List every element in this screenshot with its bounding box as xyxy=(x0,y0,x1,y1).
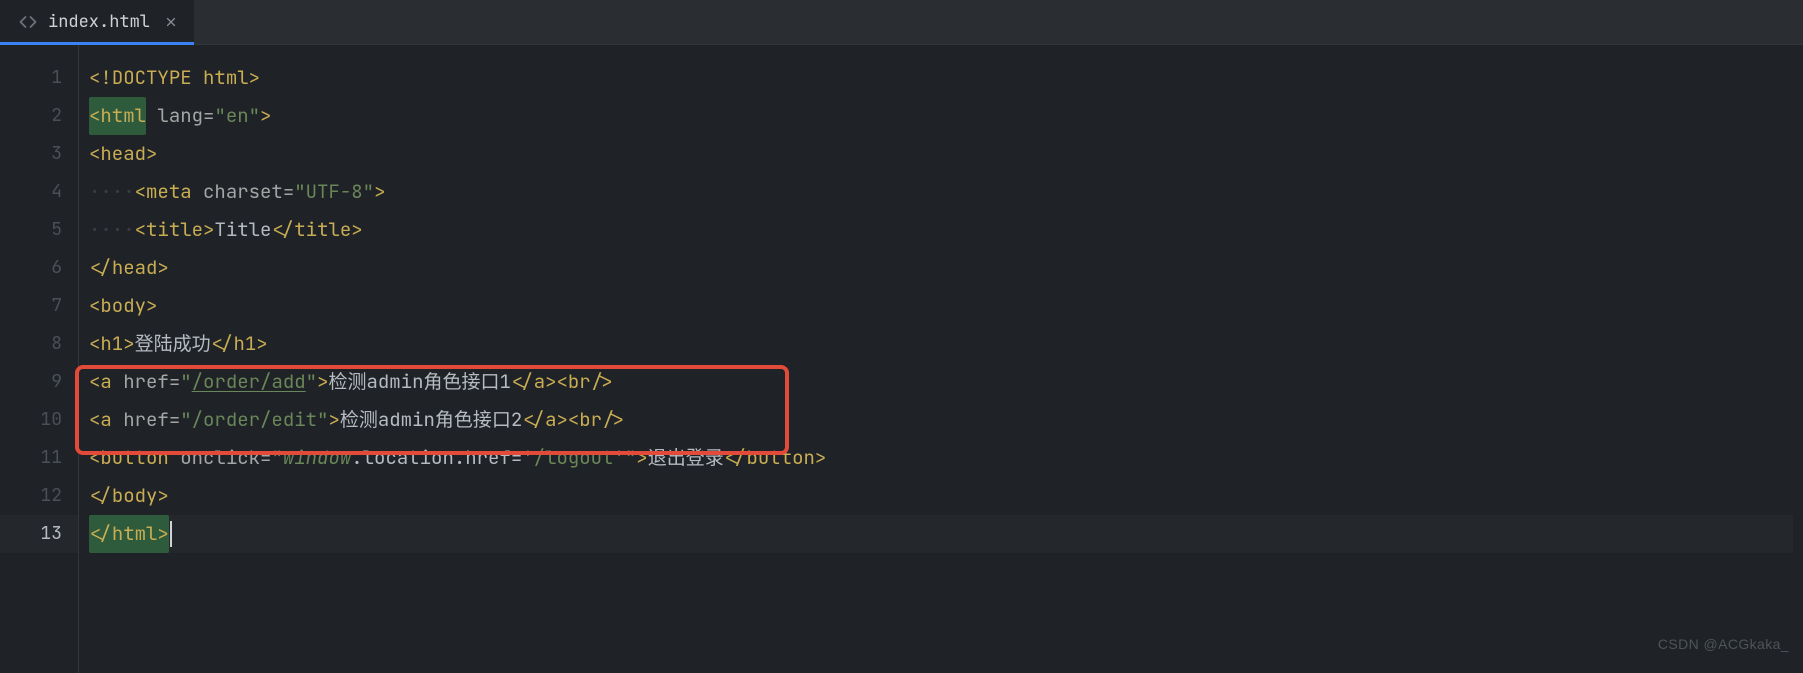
code-content[interactable]: <!DOCTYPE html> <html lang="en"> <head> … xyxy=(79,45,1803,673)
tab-index-html[interactable]: index.html xyxy=(0,0,194,44)
tab-bar: index.html xyxy=(0,0,1803,45)
code-line[interactable]: <head> xyxy=(89,135,1793,173)
code-line[interactable]: <html lang="en"> xyxy=(89,97,1793,135)
line-number: 3 xyxy=(0,135,78,173)
line-number-gutter: 1 2 3 4 5 6 7 8 9 10 11 12 13 xyxy=(0,45,79,673)
line-number: 12 xyxy=(0,477,78,515)
line-number: 6 xyxy=(0,249,78,287)
code-line[interactable]: </html> xyxy=(89,515,1793,553)
code-line[interactable]: </head> xyxy=(89,249,1793,287)
code-line[interactable]: <h1>登陆成功</h1> xyxy=(89,325,1793,363)
code-angle-icon xyxy=(18,12,38,32)
code-line[interactable]: ····<title>Title</title> xyxy=(89,211,1793,249)
close-icon[interactable] xyxy=(164,15,178,29)
code-line[interactable]: <body> xyxy=(89,287,1793,325)
line-number: 9 xyxy=(0,363,78,401)
line-number: 1 xyxy=(0,59,78,97)
editor-root: index.html 1 2 3 4 5 6 7 8 9 10 11 12 13… xyxy=(0,0,1803,673)
code-line[interactable]: <a href="/order/edit">检测admin角色接口2</a><b… xyxy=(89,401,1793,439)
line-number: 4 xyxy=(0,173,78,211)
line-number: 11 xyxy=(0,439,78,477)
line-number: 13 xyxy=(0,515,78,553)
editor-area[interactable]: 1 2 3 4 5 6 7 8 9 10 11 12 13 <!DOCTYPE … xyxy=(0,45,1803,673)
line-number: 10 xyxy=(0,401,78,439)
code-line[interactable]: ····<meta charset="UTF-8"> xyxy=(89,173,1793,211)
line-number: 8 xyxy=(0,325,78,363)
code-line[interactable]: <button onclick="window.location.href='/… xyxy=(89,439,1793,477)
code-line[interactable]: </body> xyxy=(89,477,1793,515)
watermark-label: CSDN @ACGkaka_ xyxy=(1658,625,1789,663)
line-number: 2 xyxy=(0,97,78,135)
text-caret xyxy=(170,521,172,547)
code-line[interactable]: <!DOCTYPE html> xyxy=(89,59,1793,97)
line-number: 7 xyxy=(0,287,78,325)
code-line[interactable]: <a href="/order/add">检测admin角色接口1</a><br… xyxy=(89,363,1793,401)
tab-label: index.html xyxy=(48,3,150,41)
line-number: 5 xyxy=(0,211,78,249)
